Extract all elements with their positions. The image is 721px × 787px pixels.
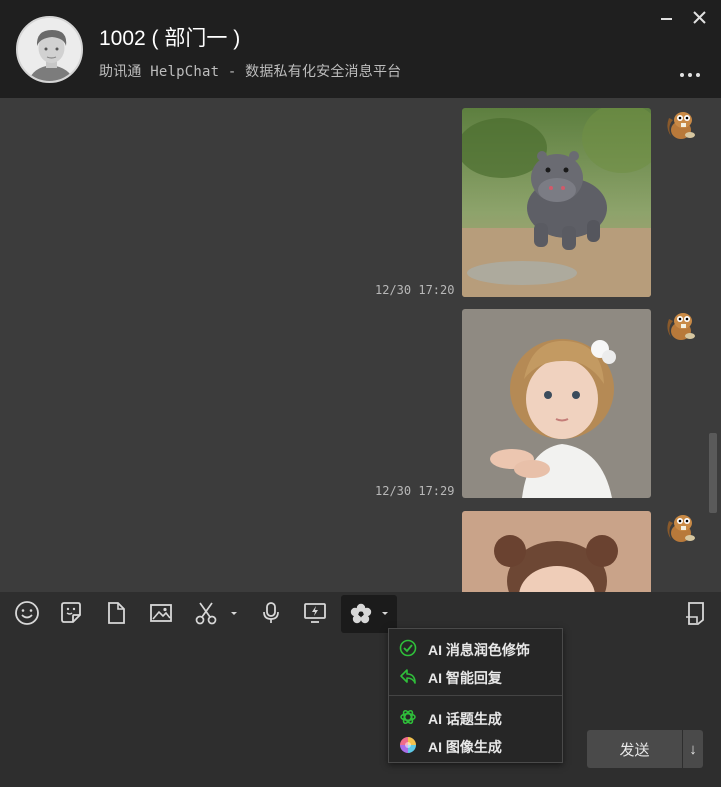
close-icon[interactable] (690, 8, 710, 28)
more-icon[interactable] (680, 64, 708, 78)
input-toolbar (0, 592, 721, 634)
message-list[interactable]: 12/30 17:20 12/30 17:29 (0, 98, 721, 592)
reply-icon (400, 669, 416, 684)
mic-icon[interactable] (256, 598, 286, 628)
subtitle-tagline: 数据私有化安全消息平台 (245, 64, 402, 80)
baby-hippo-photo[interactable] (462, 108, 651, 297)
send-options-button[interactable]: ↓ (683, 730, 703, 768)
image-icon[interactable] (146, 598, 176, 628)
message-timestamp: 12/30 17:20 (375, 283, 455, 297)
minimize-icon[interactable] (657, 8, 677, 28)
contact-avatar[interactable] (16, 16, 83, 83)
scissors-icon[interactable] (191, 598, 221, 628)
subtitle-app-name: 助讯通 HelpChat - (99, 64, 246, 80)
scissors-dropdown-icon[interactable] (226, 598, 242, 628)
toddler-pigtails-photo[interactable] (462, 511, 651, 592)
ai-menu-label: AI 消息润色修饰 (428, 642, 530, 658)
emoji-icon[interactable] (12, 598, 42, 628)
check-circle-icon (399, 639, 417, 657)
chat-subtitle: 助讯通 HelpChat - 数据私有化安全消息平台 (99, 61, 401, 81)
color-wheel-icon (400, 737, 416, 753)
message-timestamp: 12/30 17:29 (375, 484, 455, 498)
send-button[interactable]: 发送 (587, 730, 682, 768)
menu-divider (389, 695, 562, 696)
chat-title: 1002 ( 部门一 ) (99, 27, 241, 50)
ai-menu-label: AI 图像生成 (428, 739, 502, 755)
ai-menu-item-reply[interactable]: AI 智能回复 (389, 663, 562, 689)
sender-avatar[interactable] (663, 511, 699, 547)
file-icon[interactable] (101, 598, 131, 628)
ai-menu-label: AI 话题生成 (428, 711, 502, 727)
ai-menu-item-image[interactable]: AI 图像生成 (389, 732, 562, 758)
openai-icon (400, 709, 416, 725)
toddler-girl-photo[interactable] (462, 309, 651, 498)
ai-menu-item-polish[interactable]: AI 消息润色修饰 (389, 635, 562, 661)
history-icon[interactable] (681, 598, 711, 628)
ai-menu-label: AI 智能回复 (428, 670, 502, 686)
chat-header: 1002 ( 部门一 ) 助讯通 HelpChat - 数据私有化安全消息平台 (0, 0, 721, 98)
message-scrollbar[interactable] (709, 433, 717, 513)
ai-dropdown-menu: AI 消息润色修饰 AI 智能回复 AI 话题生成 AI 图像生成 (388, 628, 563, 763)
sender-avatar[interactable] (663, 309, 699, 345)
sender-avatar[interactable] (663, 108, 699, 144)
sticker-icon[interactable] (56, 598, 86, 628)
screen-share-icon[interactable] (300, 598, 330, 628)
ai-menu-item-topic[interactable]: AI 话题生成 (389, 704, 562, 730)
